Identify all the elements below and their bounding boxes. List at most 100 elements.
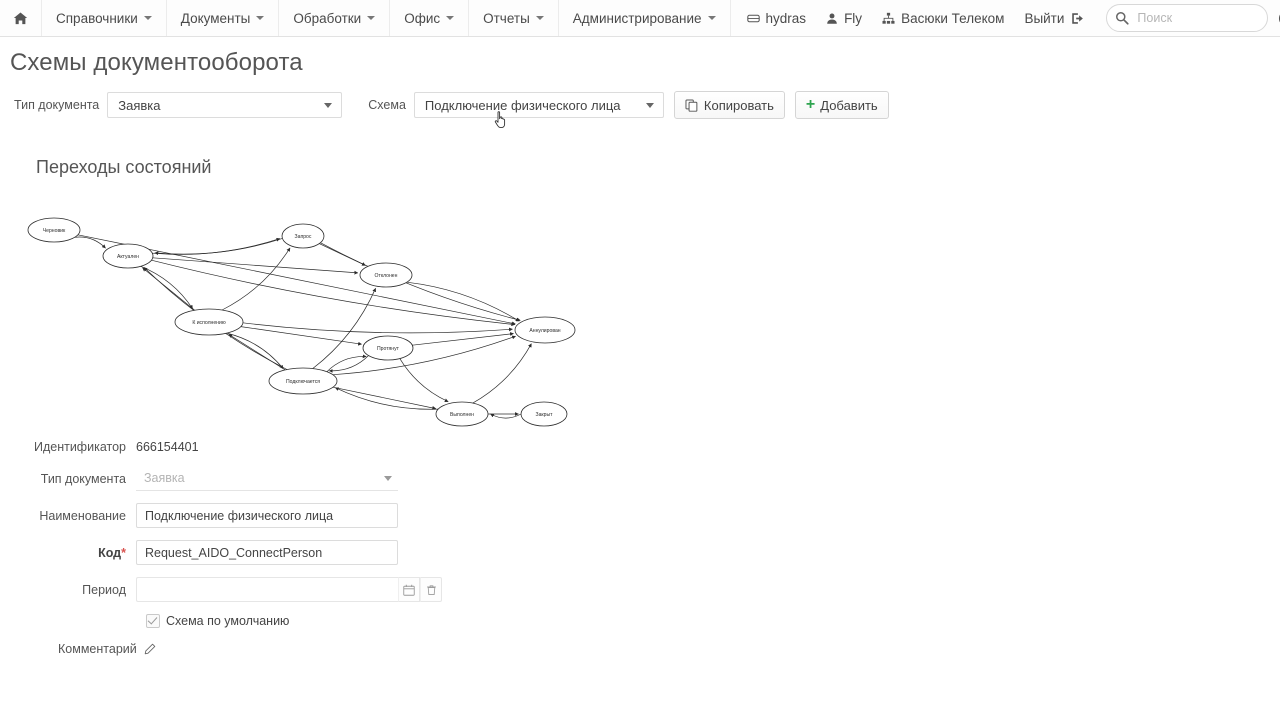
pencil-icon[interactable]	[144, 643, 156, 655]
database-indicator[interactable]: hydras	[737, 11, 817, 26]
default-scheme-label: Схема по умолчанию	[166, 614, 290, 628]
default-scheme-checkbox[interactable]	[146, 614, 160, 628]
menu-dokumenty[interactable]: Документы	[167, 0, 280, 36]
chevron-down-icon	[384, 476, 392, 481]
menu-otchety[interactable]: Отчеты	[469, 0, 559, 36]
state-transition-diagram: Черновик Актуален Запрос Отклонен К исполнен…	[0, 184, 1280, 434]
chevron-down-icon	[256, 16, 265, 20]
database-icon	[746, 12, 760, 25]
graph-edge	[142, 267, 195, 311]
graph-edge	[152, 237, 281, 255]
add-button-label: Добавить	[820, 97, 878, 113]
toolbar-doc-type-select[interactable]: Заявка	[107, 92, 343, 118]
graph-node-label: Черновик	[43, 228, 66, 234]
graph-node[interactable]: Закрыт	[520, 401, 568, 427]
identifier-value: 666154401	[136, 440, 199, 454]
graph-node-label: Подключается	[286, 379, 320, 385]
user-label: Fly	[844, 10, 863, 26]
chevron-down-icon	[143, 16, 152, 20]
default-scheme-row[interactable]: Схема по умолчанию	[146, 614, 1280, 628]
database-label: hydras	[765, 10, 807, 26]
period-clear-button[interactable]	[420, 577, 442, 602]
graph-node[interactable]: Актуален	[102, 243, 154, 269]
graph-node[interactable]: Аннулирован	[514, 316, 576, 344]
toolbar-scheme-value: Подключение физического лица	[424, 97, 621, 113]
graph-node-label: Запрос	[295, 234, 312, 240]
top-navbar: Справочники Документы Обработки Офис Отч…	[0, 0, 1280, 37]
add-button[interactable]: + Добавить	[794, 91, 889, 119]
name-input[interactable]	[136, 503, 398, 528]
scheme-form: Идентификатор 666154401 Тип документа За…	[0, 434, 1280, 656]
graph-node-label: К исполнению	[192, 320, 226, 326]
code-input[interactable]	[136, 540, 398, 565]
graph-node-label: Выполнен	[450, 412, 474, 418]
graph-node[interactable]: Подключается	[268, 367, 338, 395]
code-label: Код*	[0, 546, 136, 560]
code-row: Код*	[0, 540, 1280, 565]
doc-type-row: Тип документа Заявка	[0, 466, 1280, 491]
required-mark: *	[121, 545, 126, 560]
code-label-text: Код	[98, 545, 122, 560]
graph-edge	[228, 334, 286, 371]
graph-node-label: Протянут	[377, 346, 400, 352]
menu-ofis-label: Офис	[404, 10, 441, 26]
logout-button[interactable]: Выйти	[1014, 11, 1094, 26]
chevron-down-icon	[707, 16, 716, 20]
doc-type-value: Заявка	[144, 471, 185, 485]
chevron-down-icon	[367, 16, 376, 20]
copy-button-label: Копировать	[703, 97, 774, 113]
graph-edge	[240, 326, 362, 346]
period-calendar-button[interactable]	[398, 577, 420, 602]
graph-edge	[412, 332, 514, 346]
graph-edge	[74, 236, 106, 249]
period-label: Период	[82, 582, 126, 597]
period-row: Период	[0, 577, 1280, 602]
menu-administrirovanie[interactable]: Администрирование	[559, 0, 731, 36]
graph-node[interactable]: Черновик	[27, 217, 81, 243]
menu-spravochniki-label: Справочники	[56, 10, 138, 26]
organization-label: Васюки Телеком	[901, 10, 1005, 26]
toolbar-scheme-label: Схема	[368, 98, 406, 112]
user-indicator[interactable]: Fly	[816, 11, 872, 26]
trash-icon	[426, 584, 437, 596]
graph-node[interactable]: Протянут	[362, 335, 414, 361]
menu-spravochniki[interactable]: Справочники	[42, 0, 167, 36]
graph-edge	[242, 322, 513, 334]
identifier-row: Идентификатор 666154401	[0, 440, 1280, 454]
graph-node[interactable]: К исполнению	[174, 308, 244, 336]
graph-node-label: Закрыт	[536, 412, 554, 418]
home-button[interactable]	[0, 0, 42, 36]
search-input[interactable]	[1106, 4, 1269, 32]
search-container	[1106, 4, 1269, 32]
page-title: Схемы документооборота	[10, 49, 303, 76]
graph-edge	[472, 343, 532, 404]
copy-button[interactable]: Копировать	[673, 91, 785, 119]
period-input[interactable]	[136, 577, 398, 602]
doc-type-label: Тип документа	[40, 471, 126, 486]
toolbar-doc-type-value: Заявка	[118, 97, 161, 113]
graph-node-label: Отклонен	[375, 273, 398, 279]
user-icon	[826, 12, 838, 25]
section-title: Переходы состояний	[36, 157, 212, 177]
graph-edge	[490, 413, 522, 419]
calendar-icon	[403, 584, 415, 596]
doc-type-select[interactable]: Заявка	[136, 466, 398, 491]
graph-edge	[154, 238, 283, 256]
logout-label: Выйти	[1024, 10, 1065, 26]
menu-ofis[interactable]: Офис	[390, 0, 470, 36]
plus-icon: +	[805, 96, 816, 113]
graph-node[interactable]: Отклонен	[359, 262, 413, 288]
comment-row: Комментарий	[0, 642, 1280, 656]
toolbar-scheme-select[interactable]: Подключение физического лица	[413, 92, 664, 118]
copy-icon	[685, 98, 698, 112]
filter-toolbar: Тип документа Заявка Схема Подключение ф…	[0, 77, 1280, 119]
graph-edge	[399, 358, 449, 403]
menu-obrabotki[interactable]: Обработки	[279, 0, 391, 36]
menu-obrabotki-label: Обработки	[293, 10, 362, 26]
name-label: Наименование	[39, 508, 126, 523]
graph-node[interactable]: Запрос	[281, 223, 325, 249]
graph-node[interactable]: Выполнен	[435, 401, 489, 427]
organization-indicator[interactable]: Васюки Телеком	[872, 11, 1014, 26]
chevron-down-icon	[324, 103, 333, 108]
graph-node-label: Аннулирован	[529, 328, 560, 334]
